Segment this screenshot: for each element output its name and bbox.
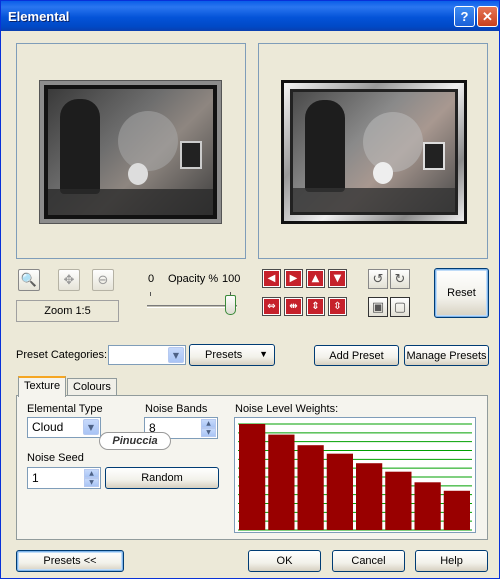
spin-down-icon[interactable]: ▼ xyxy=(84,478,99,487)
random-button[interactable]: Random xyxy=(105,467,219,489)
add-preset-button[interactable]: Add Preset xyxy=(314,345,399,366)
expand-vertical-icon: ⇕ xyxy=(308,299,323,314)
chevron-down-icon: ▼ xyxy=(168,347,184,363)
preview-image xyxy=(48,89,213,215)
preset-categories-label: Preset Categories: xyxy=(16,349,108,361)
zoom-level: Zoom 1:5 xyxy=(16,300,119,322)
cancel-button[interactable]: Cancel xyxy=(332,550,405,572)
shrink-horizontal-button[interactable]: ⇹ xyxy=(284,297,303,316)
rotate-cw-icon[interactable]: ↻ xyxy=(390,269,410,289)
elemental-dialog: Elemental ? ✕ 🔍 ✥ ⊖ Zoom 1:5 0 Opacity %… xyxy=(0,0,500,579)
weight-bar-1[interactable] xyxy=(239,424,266,530)
opacity-min-label: 0 xyxy=(148,273,155,285)
move-down-button[interactable]: ▼ xyxy=(328,269,347,288)
spin-down-icon[interactable]: ▼ xyxy=(201,428,216,437)
opacity-slider[interactable] xyxy=(147,305,237,308)
noise-seed-stepper[interactable]: 1 ▲ ▼ xyxy=(27,467,101,489)
fit-inner-icon[interactable]: ▣ xyxy=(368,297,388,317)
chevron-down-icon: ▼ xyxy=(83,419,99,435)
elemental-type-select[interactable]: Cloud ▼ xyxy=(27,417,101,438)
result-image xyxy=(293,92,455,212)
spin-up-icon[interactable]: ▲ xyxy=(201,419,216,428)
arrow-left-icon: ◀ xyxy=(264,271,279,286)
window-title: Elemental xyxy=(8,9,70,24)
help-button[interactable]: Help xyxy=(415,550,488,572)
watermark-badge: Pinuccia xyxy=(99,432,171,450)
zoom-out-icon[interactable]: ⊖ xyxy=(92,269,114,291)
expand-horizontal-button[interactable]: ⇔ xyxy=(262,297,281,316)
shrink-horizontal-icon: ⇹ xyxy=(286,299,301,314)
expand-vertical-button[interactable]: ⇕ xyxy=(306,297,325,316)
arrow-right-icon: ▶ xyxy=(286,271,301,286)
weight-bar-5[interactable] xyxy=(356,463,383,530)
weight-bar-4[interactable] xyxy=(326,453,353,530)
chart-title: Noise Level Weights: xyxy=(235,403,339,415)
help-title-button[interactable]: ? xyxy=(454,6,475,27)
arrow-up-icon: ▲ xyxy=(308,271,323,286)
weight-bar-2[interactable] xyxy=(268,434,295,530)
opacity-slider-thumb[interactable] xyxy=(225,295,236,315)
close-button[interactable]: ✕ xyxy=(477,6,498,27)
preset-categories-select[interactable]: ▼ xyxy=(108,345,186,365)
shrink-vertical-button[interactable]: ⇳ xyxy=(328,297,347,316)
weight-bar-7[interactable] xyxy=(414,482,441,530)
shrink-vertical-icon: ⇳ xyxy=(330,299,345,314)
noise-seed-label: Noise Seed xyxy=(27,452,84,464)
original-preview[interactable] xyxy=(16,43,246,259)
presets-menu-button[interactable]: Presets ▼ xyxy=(189,344,275,366)
expand-horizontal-icon: ⇔ xyxy=(264,299,279,314)
pan-icon[interactable]: ✥ xyxy=(58,269,80,291)
weight-bar-8[interactable] xyxy=(443,490,470,530)
move-left-button[interactable]: ◀ xyxy=(262,269,281,288)
fit-outer-icon[interactable]: ▢ xyxy=(390,297,410,317)
presets-toggle-button[interactable]: Presets << xyxy=(16,550,124,572)
reset-button[interactable]: Reset xyxy=(434,268,489,318)
menu-arrow-icon: ▼ xyxy=(259,349,268,359)
opacity-max-label: 100 xyxy=(222,273,241,285)
ok-button[interactable]: OK xyxy=(248,550,321,572)
zoom-in-icon[interactable]: 🔍 xyxy=(18,269,40,291)
tab-texture[interactable]: Texture xyxy=(18,376,67,397)
weight-bar-6[interactable] xyxy=(385,471,412,530)
noise-level-weights-chart[interactable] xyxy=(234,417,476,533)
spin-up-icon[interactable]: ▲ xyxy=(84,469,99,478)
move-up-button[interactable]: ▲ xyxy=(306,269,325,288)
noise-bands-label: Noise Bands xyxy=(145,403,208,415)
move-right-button[interactable]: ▶ xyxy=(284,269,303,288)
weight-bar-3[interactable] xyxy=(297,445,324,530)
result-preview[interactable] xyxy=(258,43,488,259)
arrow-down-icon: ▼ xyxy=(330,271,345,286)
rotate-ccw-icon[interactable]: ↺ xyxy=(368,269,388,289)
elemental-type-label: Elemental Type xyxy=(27,403,103,415)
preview-frame xyxy=(39,80,222,224)
manage-presets-button[interactable]: Manage Presets xyxy=(404,345,489,366)
title-bar: Elemental ? ✕ xyxy=(1,1,499,31)
opacity-label: Opacity % xyxy=(168,273,219,285)
result-frame xyxy=(281,80,467,224)
